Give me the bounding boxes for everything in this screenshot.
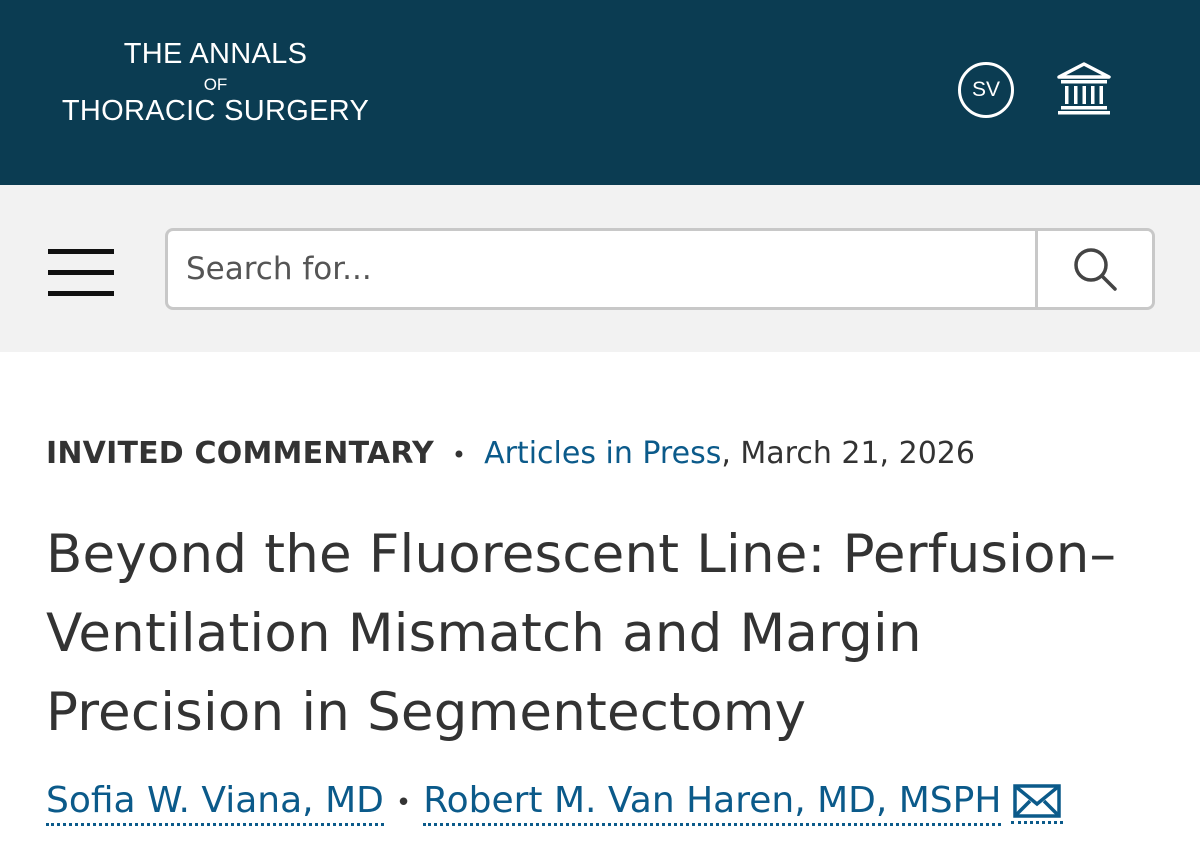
institution-icon[interactable] xyxy=(1056,60,1112,116)
publication-date: , March 21, 2026 xyxy=(721,436,975,471)
user-initials: SV xyxy=(971,78,1000,101)
hamburger-menu-icon[interactable] xyxy=(46,249,116,299)
journal-logo[interactable]: THE ANNALS OF THORACIC SURGERY xyxy=(48,40,383,126)
articles-in-press-link[interactable]: Articles in Press xyxy=(484,436,721,471)
search-icon xyxy=(1074,248,1117,291)
user-avatar-button[interactable]: SV xyxy=(958,62,1014,118)
meta-separator: • xyxy=(451,441,467,469)
site-header: THE ANNALS OF THORACIC SURGERY SV xyxy=(0,0,1200,185)
search-box xyxy=(165,228,1155,310)
logo-line-3: THORACIC SURGERY xyxy=(61,95,370,127)
article-meta: INVITED COMMENTARY • Articles in Press ,… xyxy=(46,436,975,471)
author-separator: • xyxy=(395,788,412,818)
logo-line-1: THE ANNALS xyxy=(123,38,308,70)
search-input[interactable] xyxy=(168,231,1035,307)
email-icon[interactable] xyxy=(1011,782,1064,824)
author-link-van-haren[interactable]: Robert M. Van Haren, MD, MSPH xyxy=(423,780,1002,826)
article-type: INVITED COMMENTARY xyxy=(46,436,434,471)
article-title: Beyond the Fluorescent Line: Perfusion–V… xyxy=(46,524,1117,743)
search-bar-area xyxy=(0,185,1200,352)
search-button[interactable] xyxy=(1035,231,1152,307)
author-list: Sofia W. Viana, MD • Robert M. Van Haren… xyxy=(46,780,1064,826)
logo-line-2: OF xyxy=(203,75,228,94)
author-link-viana[interactable]: Sofia W. Viana, MD xyxy=(46,780,384,826)
